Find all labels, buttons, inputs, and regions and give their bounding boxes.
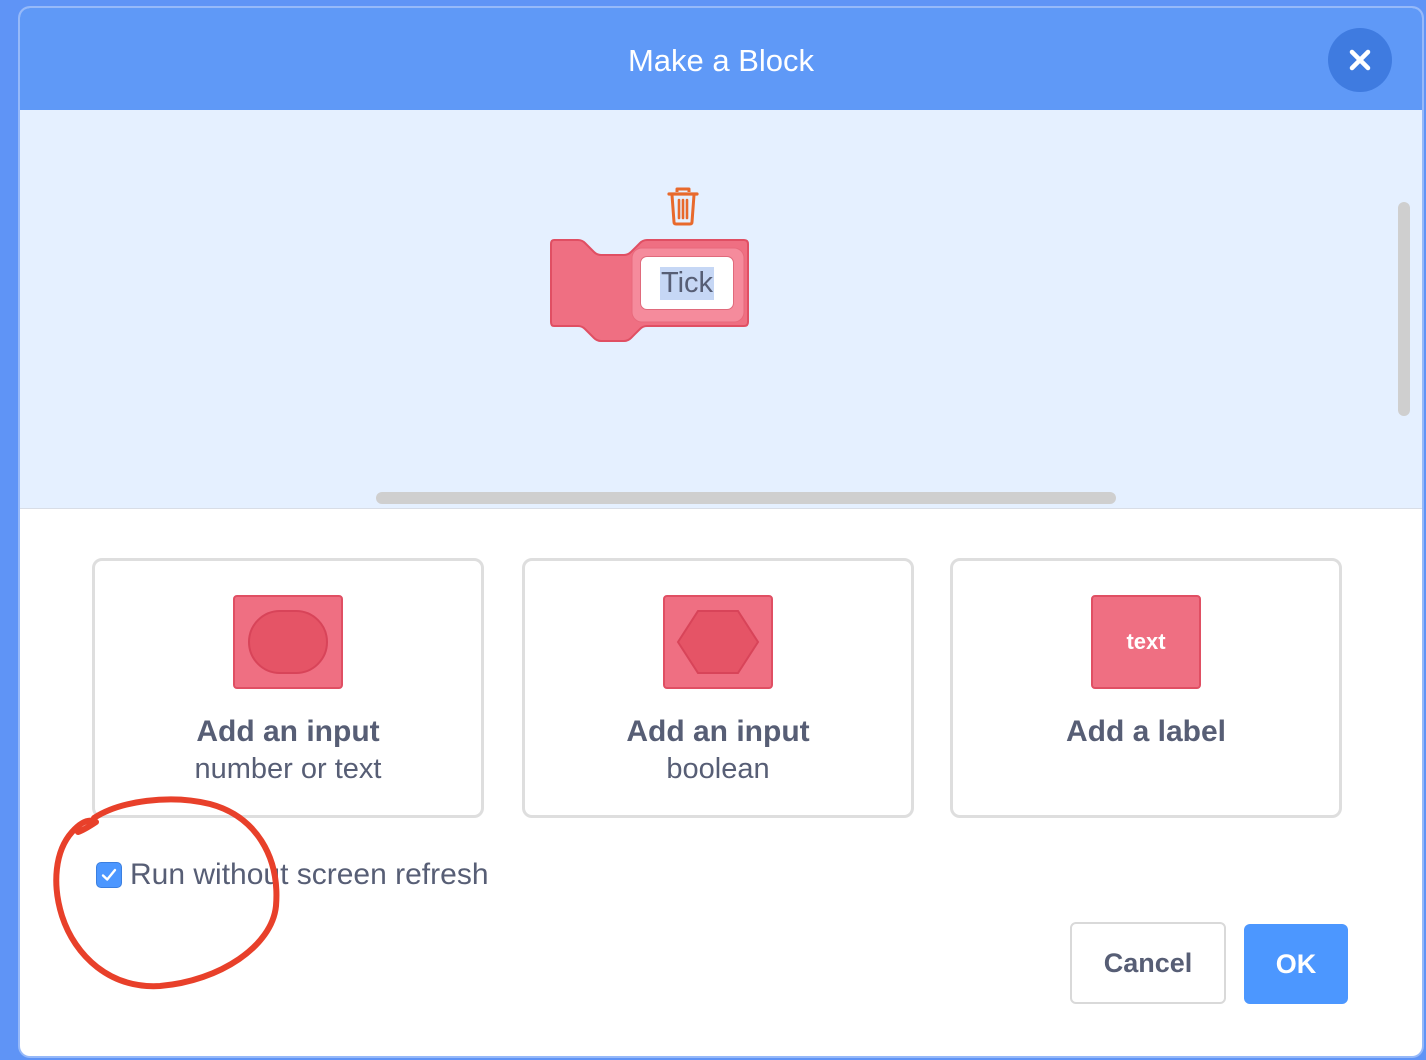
run-without-refresh-label: Run without screen refresh xyxy=(130,858,489,891)
run-without-refresh-row[interactable]: Run without screen refresh xyxy=(96,858,489,892)
oval-input-icon xyxy=(233,595,343,689)
red-circle-annotation xyxy=(53,796,280,990)
label-icon-text: text xyxy=(1126,629,1166,654)
card-subtitle: boolean xyxy=(666,753,770,785)
vertical-scrollbar[interactable] xyxy=(1398,202,1410,416)
add-input-boolean-button[interactable]: Add an input boolean xyxy=(522,558,914,818)
hexagon-input-icon xyxy=(663,595,773,689)
card-title: Add an input xyxy=(196,715,380,748)
block-workspace[interactable]: Tick xyxy=(20,110,1422,509)
close-button[interactable] xyxy=(1328,28,1392,92)
card-subtitle: number or text xyxy=(194,753,382,785)
make-a-block-dialog: Make a Block Tick Add an input number or… xyxy=(20,8,1422,1056)
add-label-button[interactable]: text Add a label xyxy=(950,558,1342,818)
run-without-refresh-checkbox[interactable] xyxy=(96,862,122,888)
block-name-text: Tick xyxy=(659,266,715,300)
horizontal-scrollbar[interactable] xyxy=(376,492,1116,504)
dialog-header: Make a Block xyxy=(20,8,1422,110)
card-title: Add a label xyxy=(1065,715,1227,748)
trash-icon[interactable] xyxy=(666,186,700,231)
card-title: Add an input xyxy=(626,715,810,748)
label-icon: text xyxy=(1091,595,1201,689)
add-input-number-text-button[interactable]: Add an input number or text xyxy=(92,558,484,818)
dialog-title: Make a Block xyxy=(627,43,815,78)
block-name-input[interactable]: Tick xyxy=(640,256,734,310)
cancel-button[interactable]: Cancel xyxy=(1070,922,1226,1004)
close-icon xyxy=(1349,49,1371,71)
checkmark-icon xyxy=(101,868,117,881)
ok-button[interactable]: OK xyxy=(1244,924,1348,1004)
